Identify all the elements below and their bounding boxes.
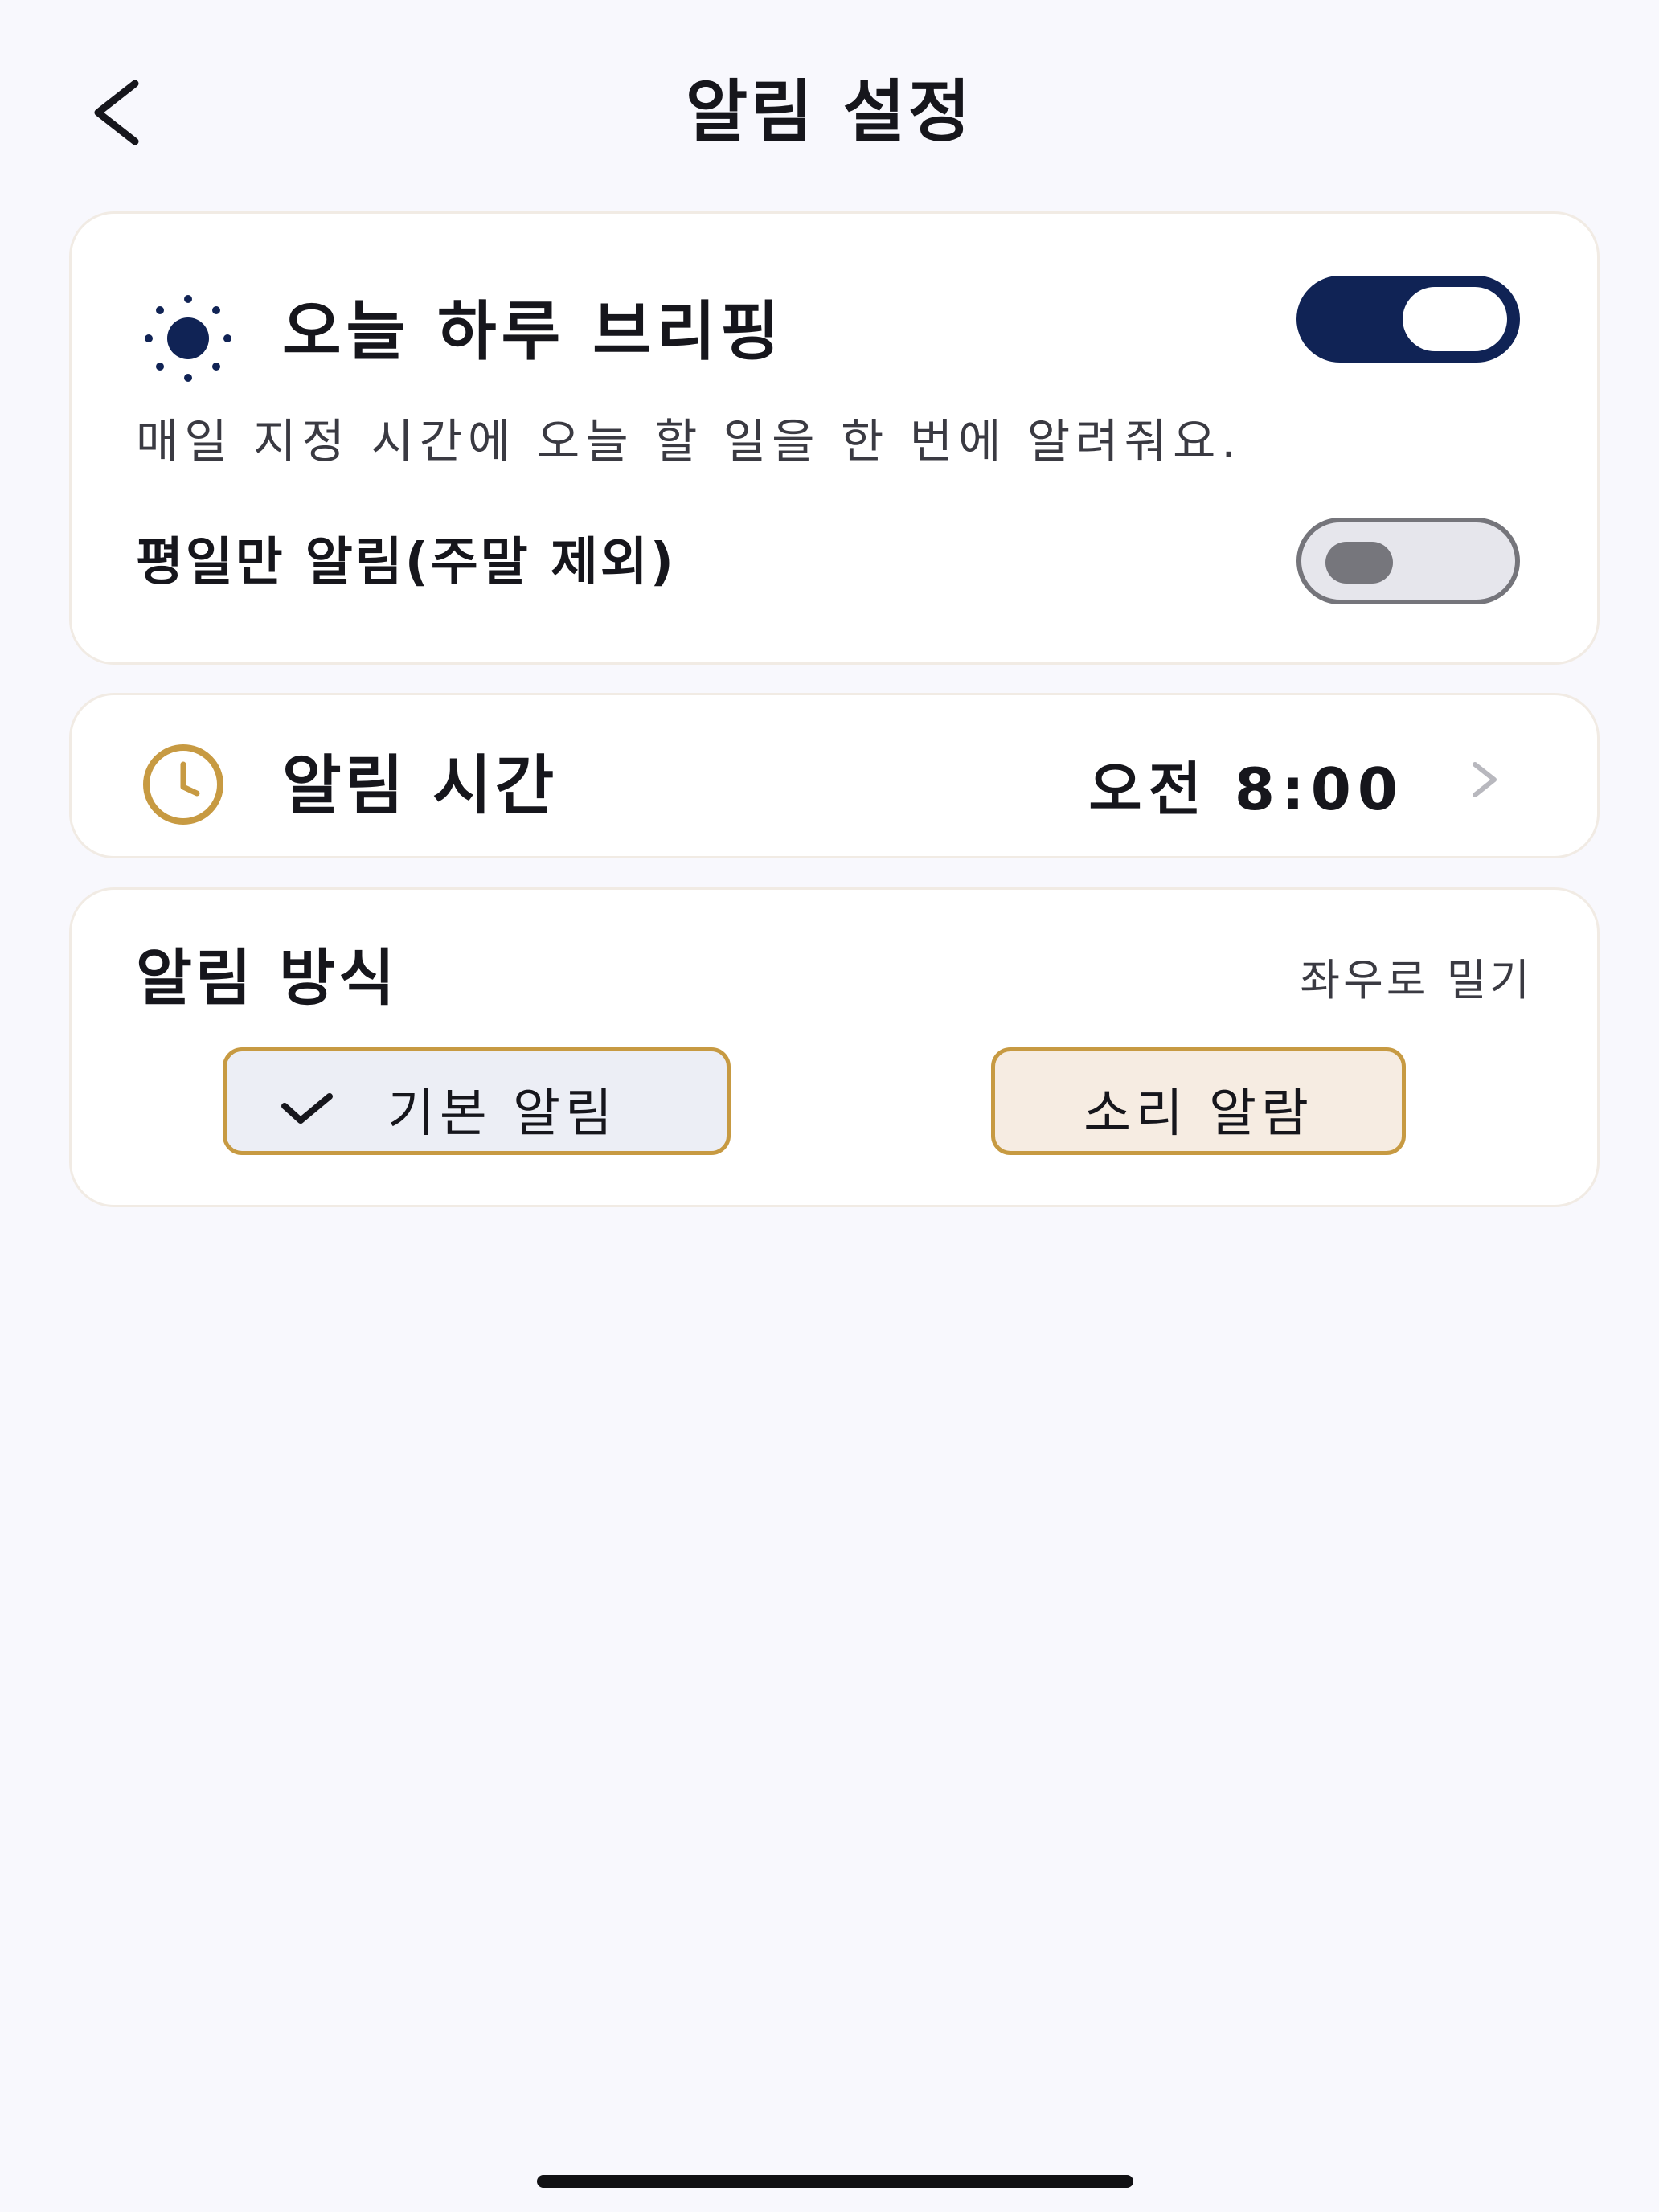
basic-alarm-label: 기본 알림 — [387, 1084, 617, 1144]
alarm-settings-screen: 알림 설정 오늘 하루 브리핑 매일 지정 시간에 오늘 할 일을 한 번에 알… — [0, 0, 1659, 2212]
chevron-right-icon — [1473, 762, 1497, 797]
page-title: 알림 설정 — [685, 72, 974, 151]
alarm-method-card: 알림 방식 좌우로 밀기 기본 알림 소리 알람 — [69, 887, 1600, 1207]
toggle-knob — [1403, 287, 1507, 351]
toggle-knob — [1325, 542, 1393, 584]
briefing-description: 매일 지정 시간에 오늘 할 일을 한 번에 알려줘요. — [136, 414, 1242, 469]
home-indicator — [537, 2175, 1133, 2188]
briefing-title: 오늘 하루 브리핑 — [282, 294, 784, 369]
sound-alarm-option[interactable]: 소리 알람 — [991, 1047, 1406, 1155]
sound-alarm-label: 소리 알람 — [1083, 1084, 1313, 1144]
briefing-toggle[interactable] — [1296, 276, 1520, 363]
briefing-card: 오늘 하루 브리핑 매일 지정 시간에 오늘 할 일을 한 번에 알려줘요. 평… — [69, 211, 1600, 665]
swipe-hint: 좌우로 밀기 — [1300, 955, 1533, 1006]
header: 알림 설정 — [0, 48, 1659, 161]
alarm-time-row[interactable]: 알림 시간 오전 8:00 — [69, 693, 1600, 858]
alarm-method-title: 알림 방식 — [136, 942, 399, 1014]
basic-alarm-option[interactable]: 기본 알림 — [223, 1047, 731, 1155]
alarm-time-value: 오전 8:00 — [1088, 756, 1404, 823]
weekday-only-label: 평일만 알림(주말 제외) — [136, 533, 676, 592]
sun-icon — [145, 295, 231, 382]
weekday-only-toggle[interactable] — [1296, 518, 1520, 604]
clock-icon — [143, 744, 223, 825]
alarm-time-label: 알림 시간 — [282, 748, 558, 823]
check-icon — [281, 1093, 333, 1124]
